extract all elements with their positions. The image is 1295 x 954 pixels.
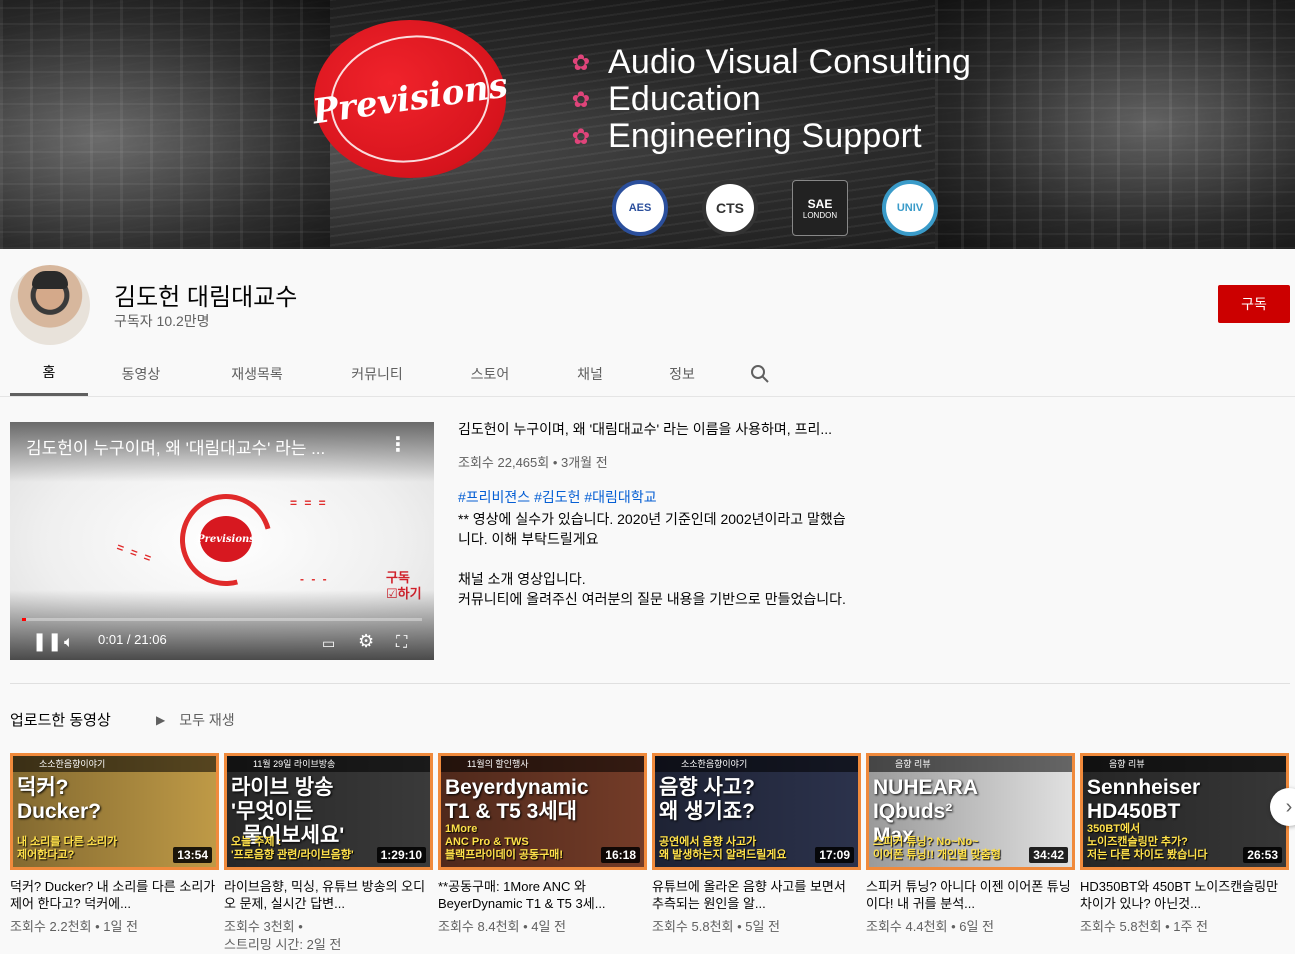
duration-badge: 16:18 bbox=[601, 847, 640, 863]
video-card[interactable]: 소소한음향이야기 음향 사고? 왜 생기죠? 공연에서 음향 사고가 왜 발생하… bbox=[652, 753, 861, 954]
captions-icon[interactable]: ▭ bbox=[322, 635, 335, 652]
video-card[interactable]: 음향 리뷰 NUHEARA IQbuds² Max 스피커 튜닝? No~No~… bbox=[866, 753, 1075, 954]
flower-bullet-icon: ✿ bbox=[571, 123, 591, 149]
thumbnail-series-label: 소소한음향이야기 bbox=[655, 756, 858, 772]
sae-badge-icon: SAE LONDON bbox=[792, 180, 848, 236]
banner-mixer-left bbox=[0, 0, 330, 249]
thumbnail-caption: 공연에서 음향 사고가 왜 발생하는지 알려드릴게요 bbox=[659, 836, 787, 861]
tab-community[interactable]: 커뮤니티 bbox=[320, 351, 434, 396]
banner-mixer-right bbox=[935, 0, 1295, 249]
video-title[interactable]: **공동구매: 1More ANC 와 BeyerDynamic T1 & T5… bbox=[438, 878, 647, 912]
service-item: ✿ Audio Visual Consulting bbox=[571, 43, 972, 81]
divider bbox=[10, 683, 1290, 684]
thumbnail-series-label: 음향 리뷰 bbox=[1083, 756, 1286, 772]
video-title[interactable]: 덕커? Ducker? 내 소리를 다른 소리가 제어 한다고? 덕커에... bbox=[10, 878, 219, 912]
video-meta: 조회수 5.8천회 • 5일 전 bbox=[652, 919, 781, 934]
tab-playlists[interactable]: 재생목록 bbox=[194, 351, 320, 396]
tab-channels[interactable]: 채널 bbox=[546, 351, 634, 396]
channel-name: 김도헌 대림대교수 bbox=[114, 284, 298, 311]
volume-icon[interactable]: 🔈︎ bbox=[64, 634, 74, 652]
channel-tabs: 홈 동영상 재생목록 커뮤니티 스토어 채널 정보 bbox=[10, 351, 790, 396]
duration-badge: 17:09 bbox=[815, 847, 854, 863]
thumbnail-headline: Sennheiser HD450BT bbox=[1087, 776, 1201, 823]
thumbnail-caption: 내 소리를 다른 소리가 제어한다고? bbox=[17, 836, 118, 861]
university-badge-icon: UNIV bbox=[882, 180, 938, 236]
video-thumbnail[interactable]: 11월 29일 라이브방송 라이브 방송 '무엇이든 물어보세요' 오늘 주제 … bbox=[224, 753, 433, 870]
partner-badges: AES CTS SAE LONDON UNIV bbox=[612, 180, 938, 236]
video-card[interactable]: 11월 29일 라이브방송 라이브 방송 '무엇이든 물어보세요' 오늘 주제 … bbox=[224, 753, 433, 954]
duration-badge: 34:42 bbox=[1029, 847, 1068, 863]
tab-videos[interactable]: 동영상 bbox=[88, 351, 194, 396]
player-title[interactable]: 김도헌이 누구이며, 왜 '대림대교수' 라는 ... bbox=[26, 434, 376, 459]
video-thumbnail[interactable]: 음향 리뷰 Sennheiser HD450BT 350BT에서 노이즈캔슬링만… bbox=[1080, 753, 1289, 870]
flower-bullet-icon: ✿ bbox=[571, 86, 591, 112]
aes-badge-icon: AES bbox=[612, 180, 668, 236]
shelf-title[interactable]: 업로드한 동영상 bbox=[10, 709, 111, 730]
video-meta: 조회수 2.2천회 • 1일 전 bbox=[10, 919, 139, 934]
cts-badge-icon: CTS bbox=[702, 180, 758, 236]
featured-title[interactable]: 김도헌이 누구이며, 왜 '대림대교수' 라는 이름을 사용하며, 프리... bbox=[458, 419, 858, 439]
video-title[interactable]: HD350BT와 450BT 노이즈캔슬링만 차이가 있나? 아닌것... bbox=[1080, 878, 1289, 912]
duration-badge: 1:29:10 bbox=[376, 847, 426, 863]
thumbnail-series-label: 11월의 할인행사 bbox=[441, 756, 644, 772]
duration-badge: 26:53 bbox=[1243, 847, 1282, 863]
play-icon: ▶ bbox=[156, 713, 166, 727]
video-thumbnail[interactable]: 소소한음향이야기 덕커? Ducker? 내 소리를 다른 소리가 제어한다고?… bbox=[10, 753, 219, 870]
video-title[interactable]: 스피커 튜닝? 아니다 이젠 이어폰 튜닝이다! 내 귀를 분석... bbox=[866, 878, 1075, 912]
video-meta: 조회수 5.8천회 • 1주 전 bbox=[1080, 919, 1209, 934]
video-meta: 조회수 4.4천회 • 6일 전 bbox=[866, 919, 995, 934]
video-title[interactable]: 라이브음향, 믹싱, 유튜브 방송의 오디오 문제, 실시간 답변... bbox=[224, 878, 433, 912]
avatar[interactable] bbox=[10, 265, 90, 345]
time-display: 0:01 / 21:06 bbox=[98, 632, 167, 647]
subscriber-count: 구독자 10.2만명 bbox=[114, 313, 210, 329]
more-vert-icon[interactable]: ⋮ bbox=[388, 432, 408, 457]
search-icon[interactable] bbox=[730, 351, 790, 396]
channel-header: 김도헌 대림대교수 구독자 10.2만명 구독 홈 동영상 재생목록 커뮤니티 … bbox=[0, 249, 1295, 396]
featured-meta: 조회수 22,465회 • 3개월 전 bbox=[458, 455, 608, 470]
thumbnail-series-label: 음향 리뷰 bbox=[869, 756, 1072, 772]
subscribe-button[interactable]: 구독 bbox=[1218, 285, 1290, 323]
thumbnail-series-label: 11월 29일 라이브방송 bbox=[227, 756, 430, 772]
tab-home[interactable]: 홈 bbox=[10, 351, 88, 396]
thumbnail-headline: 덕커? Ducker? bbox=[17, 776, 102, 823]
featured-body: ** 영상에 실수가 있습니다. 2020년 기준인데 2002년이라고 말했습… bbox=[458, 511, 846, 607]
thumbnail-caption: 350BT에서 노이즈캔슬링만 추가? 저는 다른 차이도 봤습니다 bbox=[1087, 823, 1208, 861]
featured-hashtags[interactable]: #프리비젼스 #김도헌 #대림대학교 bbox=[458, 487, 858, 507]
thumbnail-series-label: 소소한음향이야기 bbox=[13, 756, 216, 772]
video-title[interactable]: 유튜브에 올라온 음향 사고를 보면서 추측되는 원인을 알... bbox=[652, 878, 861, 912]
gear-icon[interactable]: ⚙ bbox=[358, 631, 374, 652]
thumbnail-caption: 1More ANC Pro & TWS 블랙프라이데이 공동구매! bbox=[445, 823, 564, 861]
thumbnail-caption: 오늘 주제 : '프로음향 관련/라이브음향' bbox=[231, 836, 354, 861]
banner-services: ✿ Audio Visual Consulting ✿ Education ✿ Eng… bbox=[570, 43, 972, 155]
flower-bullet-icon: ✿ bbox=[571, 49, 591, 75]
tab-about[interactable]: 정보 bbox=[634, 351, 730, 396]
video-thumbnail[interactable]: 11월의 할인행사 Beyerdynamic T1 & T5 3세대 1More… bbox=[438, 753, 647, 870]
duration-badge: 13:54 bbox=[173, 847, 212, 863]
fullscreen-icon[interactable]: ⛶ bbox=[396, 634, 407, 652]
tab-store[interactable]: 스토어 bbox=[434, 351, 546, 396]
progress-bar[interactable] bbox=[22, 618, 422, 621]
featured-description: 김도헌이 누구이며, 왜 '대림대교수' 라는 이름을 사용하며, 프리... … bbox=[458, 419, 858, 609]
service-item: ✿ Education bbox=[571, 80, 762, 118]
player-logo: Previsions bbox=[197, 516, 255, 562]
pause-icon[interactable]: ❚❚ bbox=[32, 631, 62, 652]
video-meta: 조회수 3천회 • 스트리밍 시간: 2일 전 bbox=[224, 919, 342, 952]
service-item: ✿ Engineering Support bbox=[571, 117, 922, 155]
channel-banner: Previsions ✿ Audio Visual Consulting ✿ Edu… bbox=[0, 0, 1295, 249]
video-meta: 조회수 8.4천회 • 4일 전 bbox=[438, 919, 567, 934]
thumbnail-headline: Beyerdynamic T1 & T5 3세대 bbox=[445, 776, 589, 823]
play-all-button[interactable]: ▶ 모두 재생 bbox=[156, 710, 235, 730]
video-card[interactable]: 소소한음향이야기 덕커? Ducker? 내 소리를 다른 소리가 제어한다고?… bbox=[10, 753, 219, 954]
home-content: 김도헌이 누구이며, 왜 '대림대교수' 라는 ... ⋮ Previsions… bbox=[0, 396, 1295, 952]
video-thumbnail[interactable]: 음향 리뷰 NUHEARA IQbuds² Max 스피커 튜닝? No~No~… bbox=[866, 753, 1075, 870]
video-card[interactable]: 11월의 할인행사 Beyerdynamic T1 & T5 3세대 1More… bbox=[438, 753, 647, 954]
video-thumbnail[interactable]: 소소한음향이야기 음향 사고? 왜 생기죠? 공연에서 음향 사고가 왜 발생하… bbox=[652, 753, 861, 870]
uploaded-videos-shelf: 소소한음향이야기 덕커? Ducker? 내 소리를 다른 소리가 제어한다고?… bbox=[10, 753, 1289, 954]
thumbnail-caption: 스피커 튜닝? No~No~ 이어폰 튜닝!! 개인별 맞춤형 bbox=[873, 836, 1001, 861]
video-card[interactable]: 음향 리뷰 Sennheiser HD450BT 350BT에서 노이즈캔슬링만… bbox=[1080, 753, 1289, 954]
thumbnail-headline: 음향 사고? 왜 생기죠? bbox=[659, 776, 755, 823]
featured-video-player[interactable]: 김도헌이 누구이며, 왜 '대림대교수' 라는 ... ⋮ Previsions… bbox=[10, 422, 434, 660]
